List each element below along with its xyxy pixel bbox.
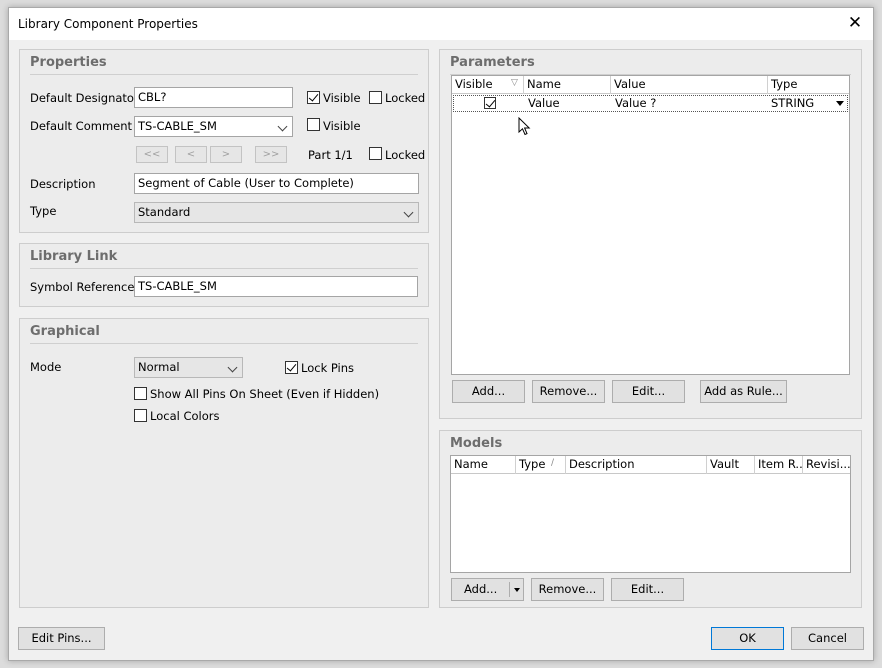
designator-locked-label: Locked — [385, 91, 426, 105]
type-dropdown-icon[interactable] — [836, 101, 844, 106]
mouse-cursor-icon — [518, 117, 531, 136]
library-link-group: Library Link — [19, 243, 429, 307]
type-label: Type — [30, 204, 57, 218]
models-add-button[interactable]: Add... — [451, 578, 524, 601]
cancel-button[interactable]: Cancel — [791, 627, 864, 650]
mode-combo[interactable]: Normal — [134, 357, 243, 378]
col-name[interactable]: Name — [524, 76, 611, 94]
row-visible-checkbox[interactable] — [484, 97, 496, 109]
ok-button[interactable]: OK — [711, 627, 784, 650]
show-all-pins-label: Show All Pins On Sheet (Even if Hidden) — [150, 387, 380, 401]
title-bar: Library Component Properties ✕ — [9, 8, 873, 40]
window-title: Library Component Properties — [18, 17, 198, 31]
col-model-vault[interactable]: Vault — [707, 456, 755, 474]
models-header: Name Type ∕ Description Vault Item R... … — [451, 456, 852, 474]
mode-value: Normal — [138, 360, 180, 374]
row-name: Value — [528, 96, 560, 110]
col-model-name[interactable]: Name — [451, 456, 516, 474]
part-locked-checkbox[interactable] — [369, 147, 382, 160]
col-model-revision[interactable]: Revisi... — [803, 456, 852, 474]
parameters-edit-button[interactable]: Edit... — [612, 380, 685, 403]
col-model-type[interactable]: Type — [516, 456, 566, 474]
mode-label: Mode — [30, 360, 62, 374]
part-indicator: Part 1/1 — [308, 148, 353, 162]
type-combo[interactable]: Standard — [134, 202, 419, 223]
models-remove-button[interactable]: Remove... — [531, 578, 604, 601]
chevron-down-icon — [403, 207, 414, 218]
designator-field[interactable]: CBL? — [134, 87, 293, 108]
col-model-description[interactable]: Description — [566, 456, 707, 474]
local-colors-label: Local Colors — [150, 409, 220, 423]
type-value: Standard — [138, 205, 191, 219]
local-colors-checkbox[interactable] — [134, 409, 147, 422]
prev-part-button[interactable]: < — [175, 146, 207, 163]
lock-pins-checkbox[interactable] — [285, 361, 298, 374]
parameters-title: Parameters — [450, 55, 535, 70]
row-type: STRING — [771, 96, 815, 110]
designator-visible-checkbox[interactable] — [307, 91, 320, 104]
show-all-pins-checkbox[interactable] — [134, 387, 147, 400]
models-add-label: Add... — [464, 582, 498, 596]
divider — [30, 343, 418, 344]
chevron-down-icon[interactable] — [514, 588, 520, 592]
col-value[interactable]: Value — [611, 76, 768, 94]
first-part-button[interactable]: << — [136, 146, 168, 163]
table-row[interactable]: Value Value ? STRING — [453, 95, 848, 112]
models-grid[interactable]: Name Type ∕ Description Vault Item R... … — [450, 455, 851, 573]
col-model-item-revision[interactable]: Item R... — [755, 456, 803, 474]
edit-pins-button[interactable]: Edit Pins... — [18, 627, 105, 650]
designator-visible-label: Visible — [323, 91, 361, 105]
add-as-rule-button[interactable]: Add as Rule... — [700, 380, 787, 403]
divider — [30, 74, 418, 75]
comment-value: TS-CABLE_SM — [138, 119, 217, 133]
part-locked-label: Locked — [385, 148, 426, 162]
filter-icon: ▽ — [511, 78, 518, 88]
designator-locked-checkbox[interactable] — [369, 91, 382, 104]
parameters-header: Visible ▽ Name Value Type — [452, 76, 849, 94]
models-edit-button[interactable]: Edit... — [611, 578, 684, 601]
designator-label: Default Designator — [30, 91, 139, 105]
row-value: Value ? — [615, 96, 657, 110]
comment-combo[interactable]: TS-CABLE_SM — [134, 116, 293, 137]
chevron-down-icon — [227, 362, 238, 373]
description-label: Description — [30, 177, 96, 191]
chevron-down-icon — [277, 121, 288, 132]
symbol-reference-field[interactable]: TS-CABLE_SM — [134, 276, 418, 297]
parameters-remove-button[interactable]: Remove... — [532, 380, 605, 403]
comment-visible-checkbox[interactable] — [307, 118, 320, 131]
comment-visible-label: Visible — [323, 119, 361, 133]
divider — [30, 268, 418, 269]
split-divider — [509, 582, 510, 597]
library-link-title: Library Link — [30, 249, 118, 264]
parameters-grid[interactable]: Visible ▽ Name Value Type Value Value ? … — [451, 75, 850, 375]
col-type[interactable]: Type — [768, 76, 851, 94]
comment-label: Default Comment — [30, 119, 133, 133]
description-field[interactable]: Segment of Cable (User to Complete) — [134, 173, 419, 194]
close-icon[interactable]: ✕ — [845, 13, 865, 33]
models-title: Models — [450, 436, 503, 451]
graphical-title: Graphical — [30, 324, 100, 339]
last-part-button[interactable]: >> — [255, 146, 287, 163]
next-part-button[interactable]: > — [210, 146, 242, 163]
symbol-reference-label: Symbol Reference — [30, 280, 135, 294]
lock-pins-label: Lock Pins — [301, 361, 355, 375]
properties-title: Properties — [30, 55, 107, 70]
parameters-add-button[interactable]: Add... — [452, 380, 525, 403]
sort-icon: ∕ — [551, 458, 555, 468]
